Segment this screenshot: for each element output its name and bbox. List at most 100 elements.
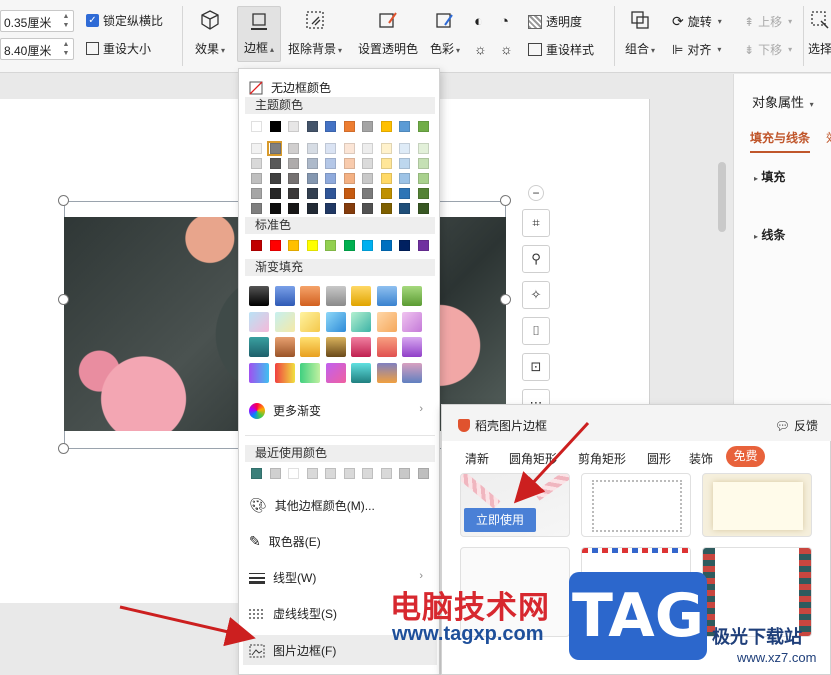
theme-shade-swatch[interactable] bbox=[343, 158, 355, 169]
theme-shade-swatch[interactable] bbox=[288, 188, 299, 199]
theme-shade-swatch[interactable] bbox=[269, 203, 281, 214]
theme-shade-swatch[interactable] bbox=[417, 188, 429, 199]
dash-style-item[interactable]: 虚线线型(S) bbox=[249, 605, 337, 622]
theme-shade-swatch[interactable] bbox=[269, 188, 281, 199]
gradient-swatch[interactable] bbox=[300, 337, 320, 357]
tab-fresh[interactable]: 清新 bbox=[465, 450, 489, 467]
combine-button[interactable]: 组合 ▾ bbox=[625, 8, 655, 57]
gradient-swatch[interactable] bbox=[351, 362, 371, 383]
gradient-swatch[interactable] bbox=[402, 311, 422, 332]
panel-title[interactable]: 对象属性 ▾ bbox=[752, 92, 814, 111]
gradient-swatch[interactable] bbox=[274, 286, 295, 306]
recent-color-swatch[interactable] bbox=[417, 468, 429, 479]
set-transparent-color-button[interactable]: 设置透明色 bbox=[358, 8, 418, 57]
theme-color-swatch[interactable] bbox=[251, 121, 262, 132]
theme-shade-swatch[interactable] bbox=[325, 143, 336, 154]
increase-brightness-button[interactable]: ☼ bbox=[474, 41, 487, 57]
gradient-swatch[interactable] bbox=[351, 311, 371, 332]
border-button[interactable]: 边框 ▴ bbox=[237, 6, 281, 62]
theme-shade-swatch[interactable] bbox=[343, 203, 355, 214]
gradient-swatch[interactable] bbox=[274, 362, 295, 383]
theme-shade-swatch[interactable] bbox=[306, 158, 318, 169]
gradient-swatch[interactable] bbox=[325, 286, 346, 306]
line-style-item[interactable]: 线型(W) bbox=[249, 569, 316, 586]
height-spinner[interactable]: ▲ ▼ bbox=[61, 12, 71, 30]
theme-shade-swatch[interactable] bbox=[269, 173, 281, 184]
gradient-swatch[interactable] bbox=[274, 337, 295, 357]
theme-shade-swatch[interactable] bbox=[417, 203, 429, 214]
theme-shade-swatch[interactable] bbox=[306, 188, 318, 199]
rotate-button[interactable]: ⟳ 旋转 ▾ bbox=[672, 13, 722, 30]
theme-shade-swatch[interactable] bbox=[325, 173, 336, 184]
standard-color-swatch[interactable] bbox=[306, 240, 318, 251]
move-up-button[interactable]: ⇞ 上移 ▾ bbox=[744, 13, 792, 30]
theme-shade-swatch[interactable] bbox=[417, 173, 429, 184]
other-border-colors-item[interactable]: 🎨︎ 其他边框颜色(M)... bbox=[249, 497, 375, 514]
reset-size-button[interactable]: 重设大小 bbox=[86, 40, 151, 57]
gradient-swatch[interactable] bbox=[325, 311, 346, 332]
recent-color-swatch[interactable] bbox=[251, 468, 262, 479]
theme-shade-swatch[interactable] bbox=[362, 158, 373, 169]
width-spinner[interactable]: ▲ ▼ bbox=[61, 40, 71, 58]
theme-shade-swatch[interactable] bbox=[343, 173, 355, 184]
tab-cut-corner-rect[interactable]: 剪角矩形 bbox=[578, 450, 626, 467]
theme-shade-swatch[interactable] bbox=[380, 143, 392, 154]
collapse-icon[interactable]: − bbox=[528, 185, 544, 201]
theme-shade-swatch[interactable] bbox=[325, 203, 336, 214]
gradient-swatch[interactable] bbox=[249, 337, 269, 357]
gradient-swatch[interactable] bbox=[300, 311, 320, 332]
theme-shade-swatch[interactable] bbox=[251, 188, 262, 199]
theme-shade-swatch[interactable] bbox=[399, 173, 410, 184]
tab-free[interactable]: 免费 bbox=[726, 446, 765, 467]
remove-background-button[interactable]: 抠除背景 ▾ bbox=[288, 8, 342, 57]
gradient-swatch[interactable] bbox=[402, 362, 422, 383]
recent-color-swatch[interactable] bbox=[288, 468, 299, 479]
effects-button[interactable]: 效果 ▾ bbox=[195, 8, 225, 57]
theme-shade-swatch[interactable] bbox=[362, 173, 373, 184]
color-button[interactable]: 色彩 ▾ bbox=[430, 8, 460, 57]
decrease-brightness-button[interactable]: ☼ bbox=[500, 41, 513, 57]
standard-color-swatch[interactable] bbox=[269, 240, 281, 251]
theme-shade-swatch[interactable] bbox=[343, 143, 355, 154]
resize-handle[interactable] bbox=[58, 195, 69, 206]
theme-color-swatch[interactable] bbox=[380, 121, 392, 132]
standard-color-swatch[interactable] bbox=[288, 240, 299, 251]
remove-background-icon[interactable]: ⊡ bbox=[522, 353, 550, 381]
theme-shade-swatch[interactable] bbox=[399, 188, 410, 199]
theme-shade-swatch[interactable] bbox=[343, 188, 355, 199]
theme-color-swatch[interactable] bbox=[269, 121, 281, 132]
standard-color-swatch[interactable] bbox=[251, 240, 262, 251]
theme-shade-swatch[interactable] bbox=[380, 203, 392, 214]
resize-handle[interactable] bbox=[58, 294, 69, 305]
border-template-thumb[interactable] bbox=[702, 473, 812, 537]
theme-color-swatch[interactable] bbox=[343, 121, 355, 132]
lock-ratio-checkbox[interactable]: ✓ 锁定纵横比 bbox=[86, 12, 163, 29]
standard-color-swatch[interactable] bbox=[343, 240, 355, 251]
gradient-swatch[interactable] bbox=[300, 362, 320, 383]
select-button[interactable]: 选择 bbox=[808, 8, 831, 57]
recent-color-swatch[interactable] bbox=[399, 468, 410, 479]
align-button[interactable]: ⊫ 对齐 ▾ bbox=[672, 41, 721, 58]
gradient-swatch[interactable] bbox=[376, 337, 397, 357]
gradient-swatch[interactable] bbox=[249, 362, 269, 383]
theme-shade-swatch[interactable] bbox=[362, 143, 373, 154]
no-border-color-item[interactable]: 无边框颜色 bbox=[249, 79, 331, 96]
transparency-button[interactable]: 透明度 bbox=[528, 13, 582, 30]
theme-shade-swatch[interactable] bbox=[362, 188, 373, 199]
theme-shade-swatch[interactable] bbox=[288, 143, 299, 154]
gradient-swatch[interactable] bbox=[274, 311, 295, 332]
vertical-scrollbar[interactable] bbox=[718, 162, 726, 232]
gradient-swatch[interactable] bbox=[325, 337, 346, 357]
extract-text-icon[interactable]: ⌷ bbox=[522, 317, 550, 345]
standard-color-swatch[interactable] bbox=[325, 240, 336, 251]
standard-color-swatch[interactable] bbox=[399, 240, 410, 251]
recent-color-swatch[interactable] bbox=[343, 468, 355, 479]
gradient-swatch[interactable] bbox=[402, 337, 422, 357]
gradient-swatch[interactable] bbox=[376, 286, 397, 306]
fill-section-toggle[interactable]: ▸ 填充 bbox=[752, 168, 785, 185]
theme-shade-swatch[interactable] bbox=[288, 158, 299, 169]
theme-shade-swatch[interactable] bbox=[399, 158, 410, 169]
recent-color-swatch[interactable] bbox=[269, 468, 281, 479]
theme-shade-swatch[interactable] bbox=[306, 203, 318, 214]
gradient-swatch[interactable] bbox=[376, 362, 397, 383]
